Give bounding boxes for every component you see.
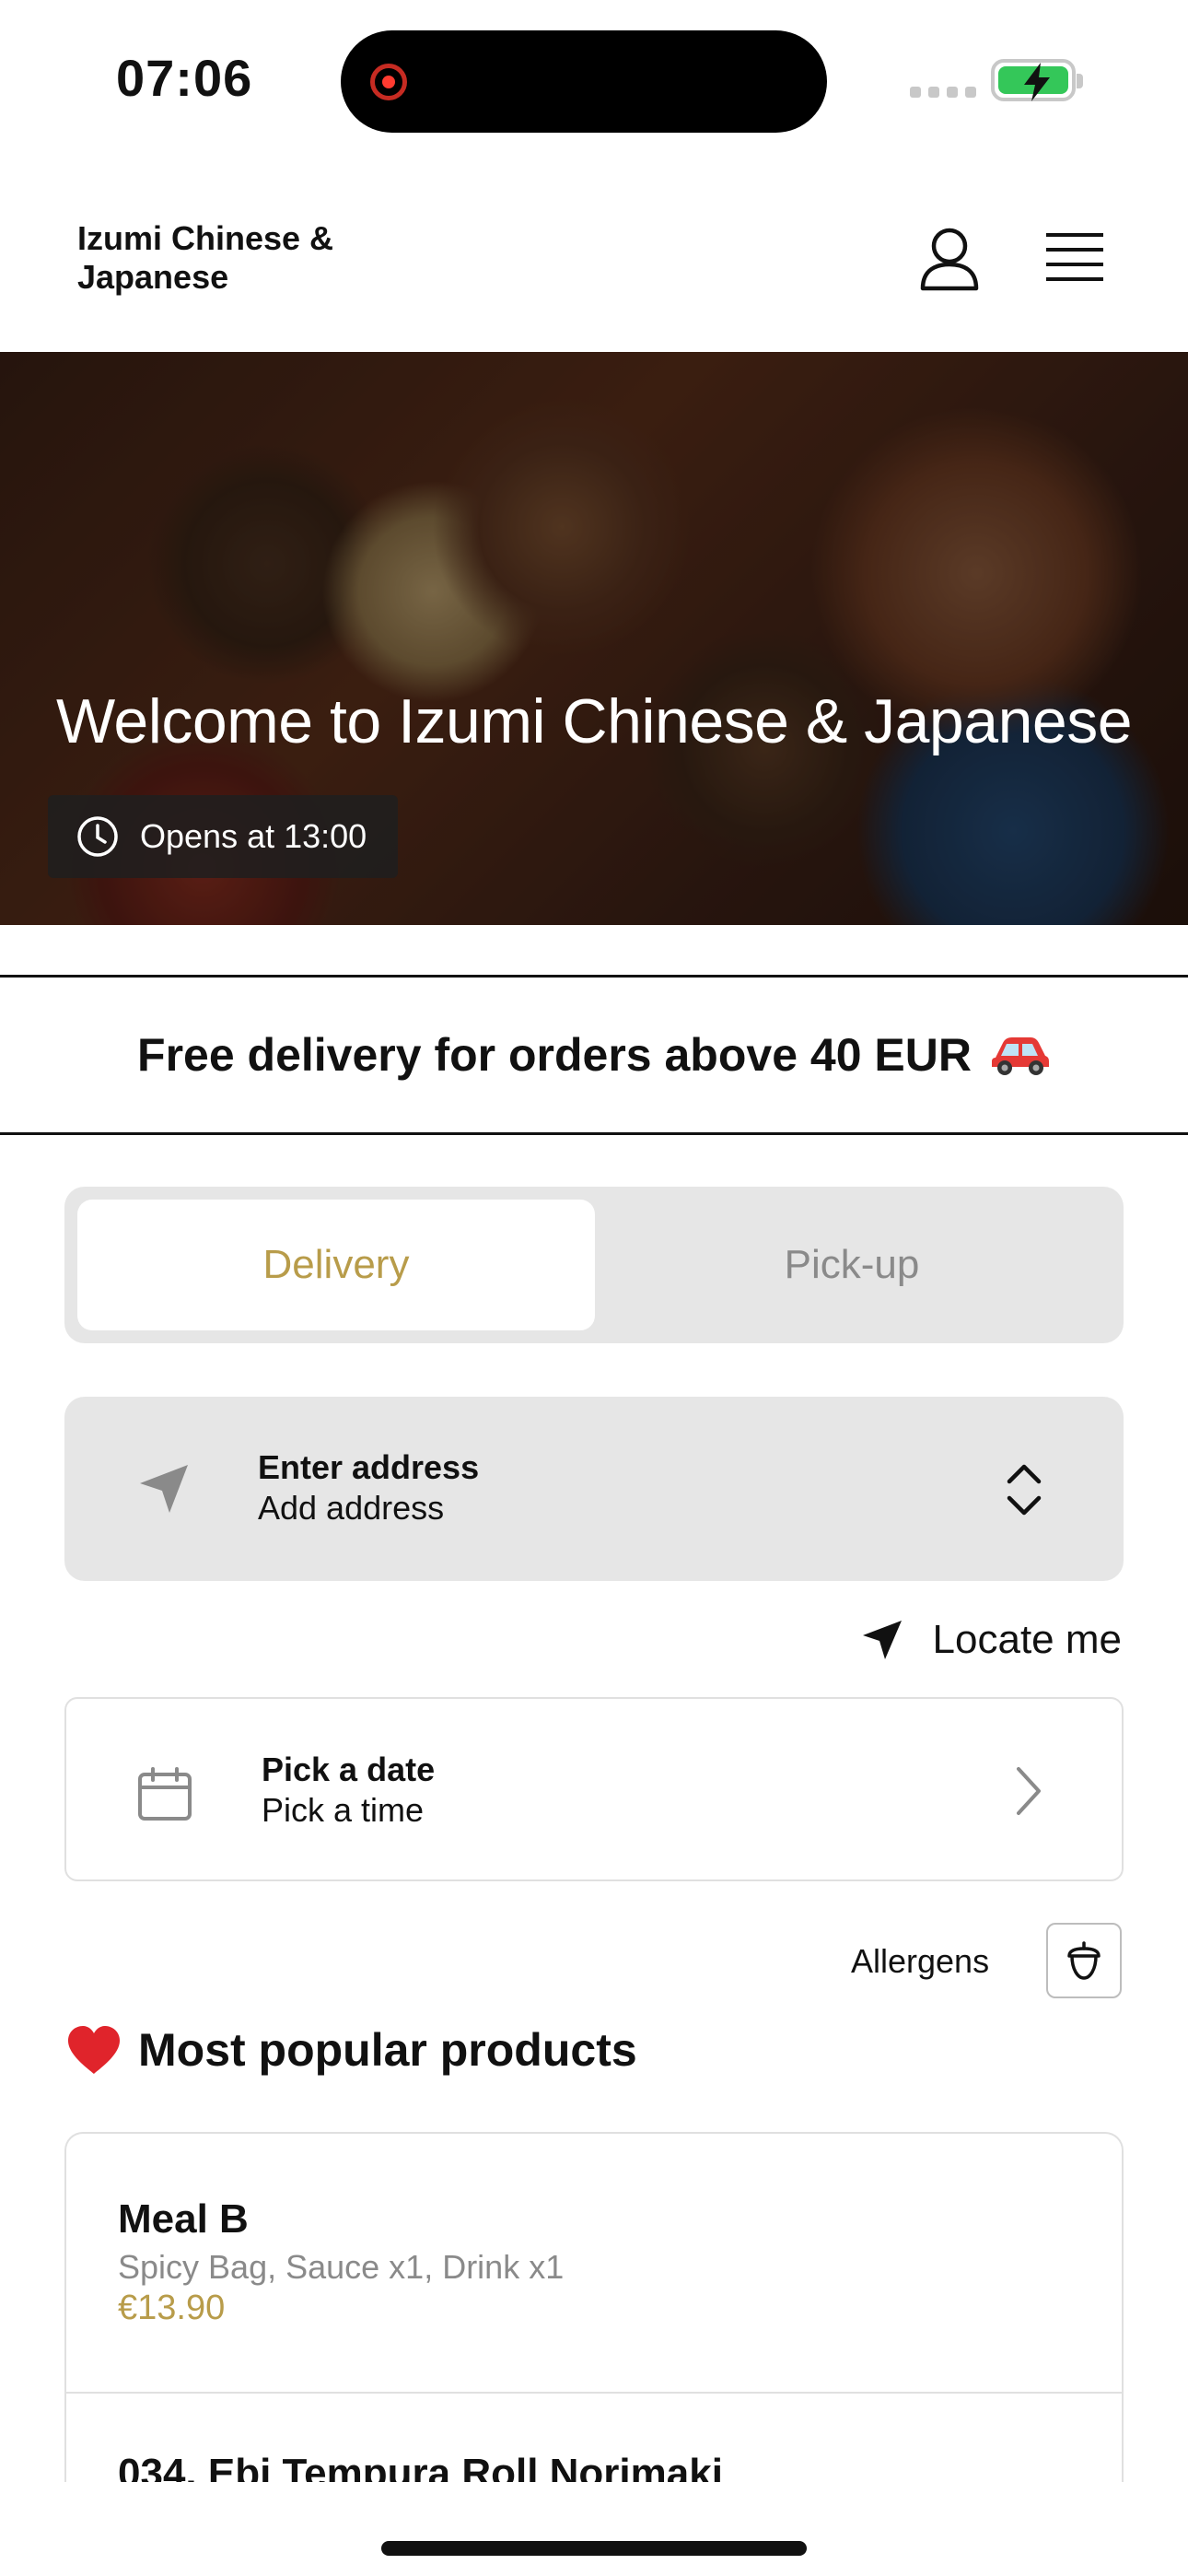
allergens-filter-button[interactable] bbox=[1046, 1923, 1122, 1998]
address-selector[interactable]: Enter address Add address bbox=[64, 1397, 1124, 1581]
date-title: Pick a date bbox=[262, 1751, 436, 1788]
home-indicator[interactable] bbox=[381, 2541, 807, 2556]
restaurant-name[interactable]: Izumi Chinese & Japanese bbox=[77, 219, 427, 297]
signal-icon bbox=[910, 87, 976, 98]
time-subtitle: Pick a time bbox=[262, 1791, 425, 1829]
product-name: Meal B bbox=[118, 2196, 249, 2242]
location-arrow-icon bbox=[862, 1621, 902, 1659]
popular-products-heading: Most popular products bbox=[66, 2023, 637, 2077]
acorn-icon bbox=[1067, 1941, 1101, 1980]
car-icon bbox=[991, 1037, 1049, 1075]
product-name: 034. Ebi Tempura Roll Norimaki bbox=[118, 2451, 723, 2482]
product-description: Spicy Bag, Sauce x1, Drink x1 bbox=[118, 2248, 565, 2286]
app-header: Izumi Chinese & Japanese bbox=[0, 198, 1188, 352]
promo-text: Free delivery for orders above 40 EUR bbox=[137, 1029, 972, 1081]
battery-charging-icon bbox=[991, 59, 1083, 101]
address-title: Enter address bbox=[258, 1448, 480, 1486]
dynamic-island bbox=[341, 30, 827, 133]
navigation-arrow-icon bbox=[140, 1465, 188, 1513]
pickup-tab[interactable]: Pick-up bbox=[593, 1200, 1111, 1330]
order-mode-toggle: Delivery Pick-up bbox=[64, 1187, 1124, 1343]
allergens-label: Allergens bbox=[851, 1942, 990, 1980]
opening-hours-badge: Opens at 13:00 bbox=[48, 795, 398, 878]
locate-me-button[interactable]: Locate me bbox=[859, 1612, 1122, 1668]
chevron-right-icon bbox=[1017, 1767, 1041, 1815]
address-subtitle: Add address bbox=[258, 1489, 445, 1527]
locate-me-label: Locate me bbox=[932, 1617, 1122, 1662]
delivery-tab[interactable]: Delivery bbox=[77, 1200, 595, 1330]
promo-banner: Free delivery for orders above 40 EUR bbox=[0, 975, 1188, 1135]
clock-icon bbox=[77, 816, 118, 857]
hamburger-menu-icon[interactable] bbox=[1044, 229, 1105, 285]
user-account-icon[interactable] bbox=[919, 226, 980, 292]
product-list: Meal B Spicy Bag, Sauce x1, Drink x1 €13… bbox=[64, 2132, 1124, 2482]
calendar-icon bbox=[138, 1767, 192, 1821]
status-time: 07:06 bbox=[116, 49, 253, 107]
hero-banner: Welcome to Izumi Chinese & Japanese Open… bbox=[0, 352, 1188, 925]
heart-icon bbox=[68, 2026, 120, 2074]
product-card[interactable]: 034. Ebi Tempura Roll Norimaki bbox=[66, 2394, 1122, 2482]
product-card[interactable]: Meal B Spicy Bag, Sauce x1, Drink x1 €13… bbox=[66, 2134, 1122, 2394]
chevron-up-down-icon bbox=[1007, 1464, 1042, 1516]
section-title: Most popular products bbox=[138, 2024, 637, 2076]
welcome-title: Welcome to Izumi Chinese & Japanese bbox=[55, 686, 1133, 756]
status-bar: 07:06 bbox=[0, 0, 1188, 161]
opening-hours-text: Opens at 13:00 bbox=[140, 817, 367, 855]
recording-indicator-icon bbox=[370, 64, 407, 100]
product-price: €13.90 bbox=[118, 2289, 226, 2327]
schedule-picker[interactable]: Pick a date Pick a time bbox=[64, 1697, 1124, 1881]
